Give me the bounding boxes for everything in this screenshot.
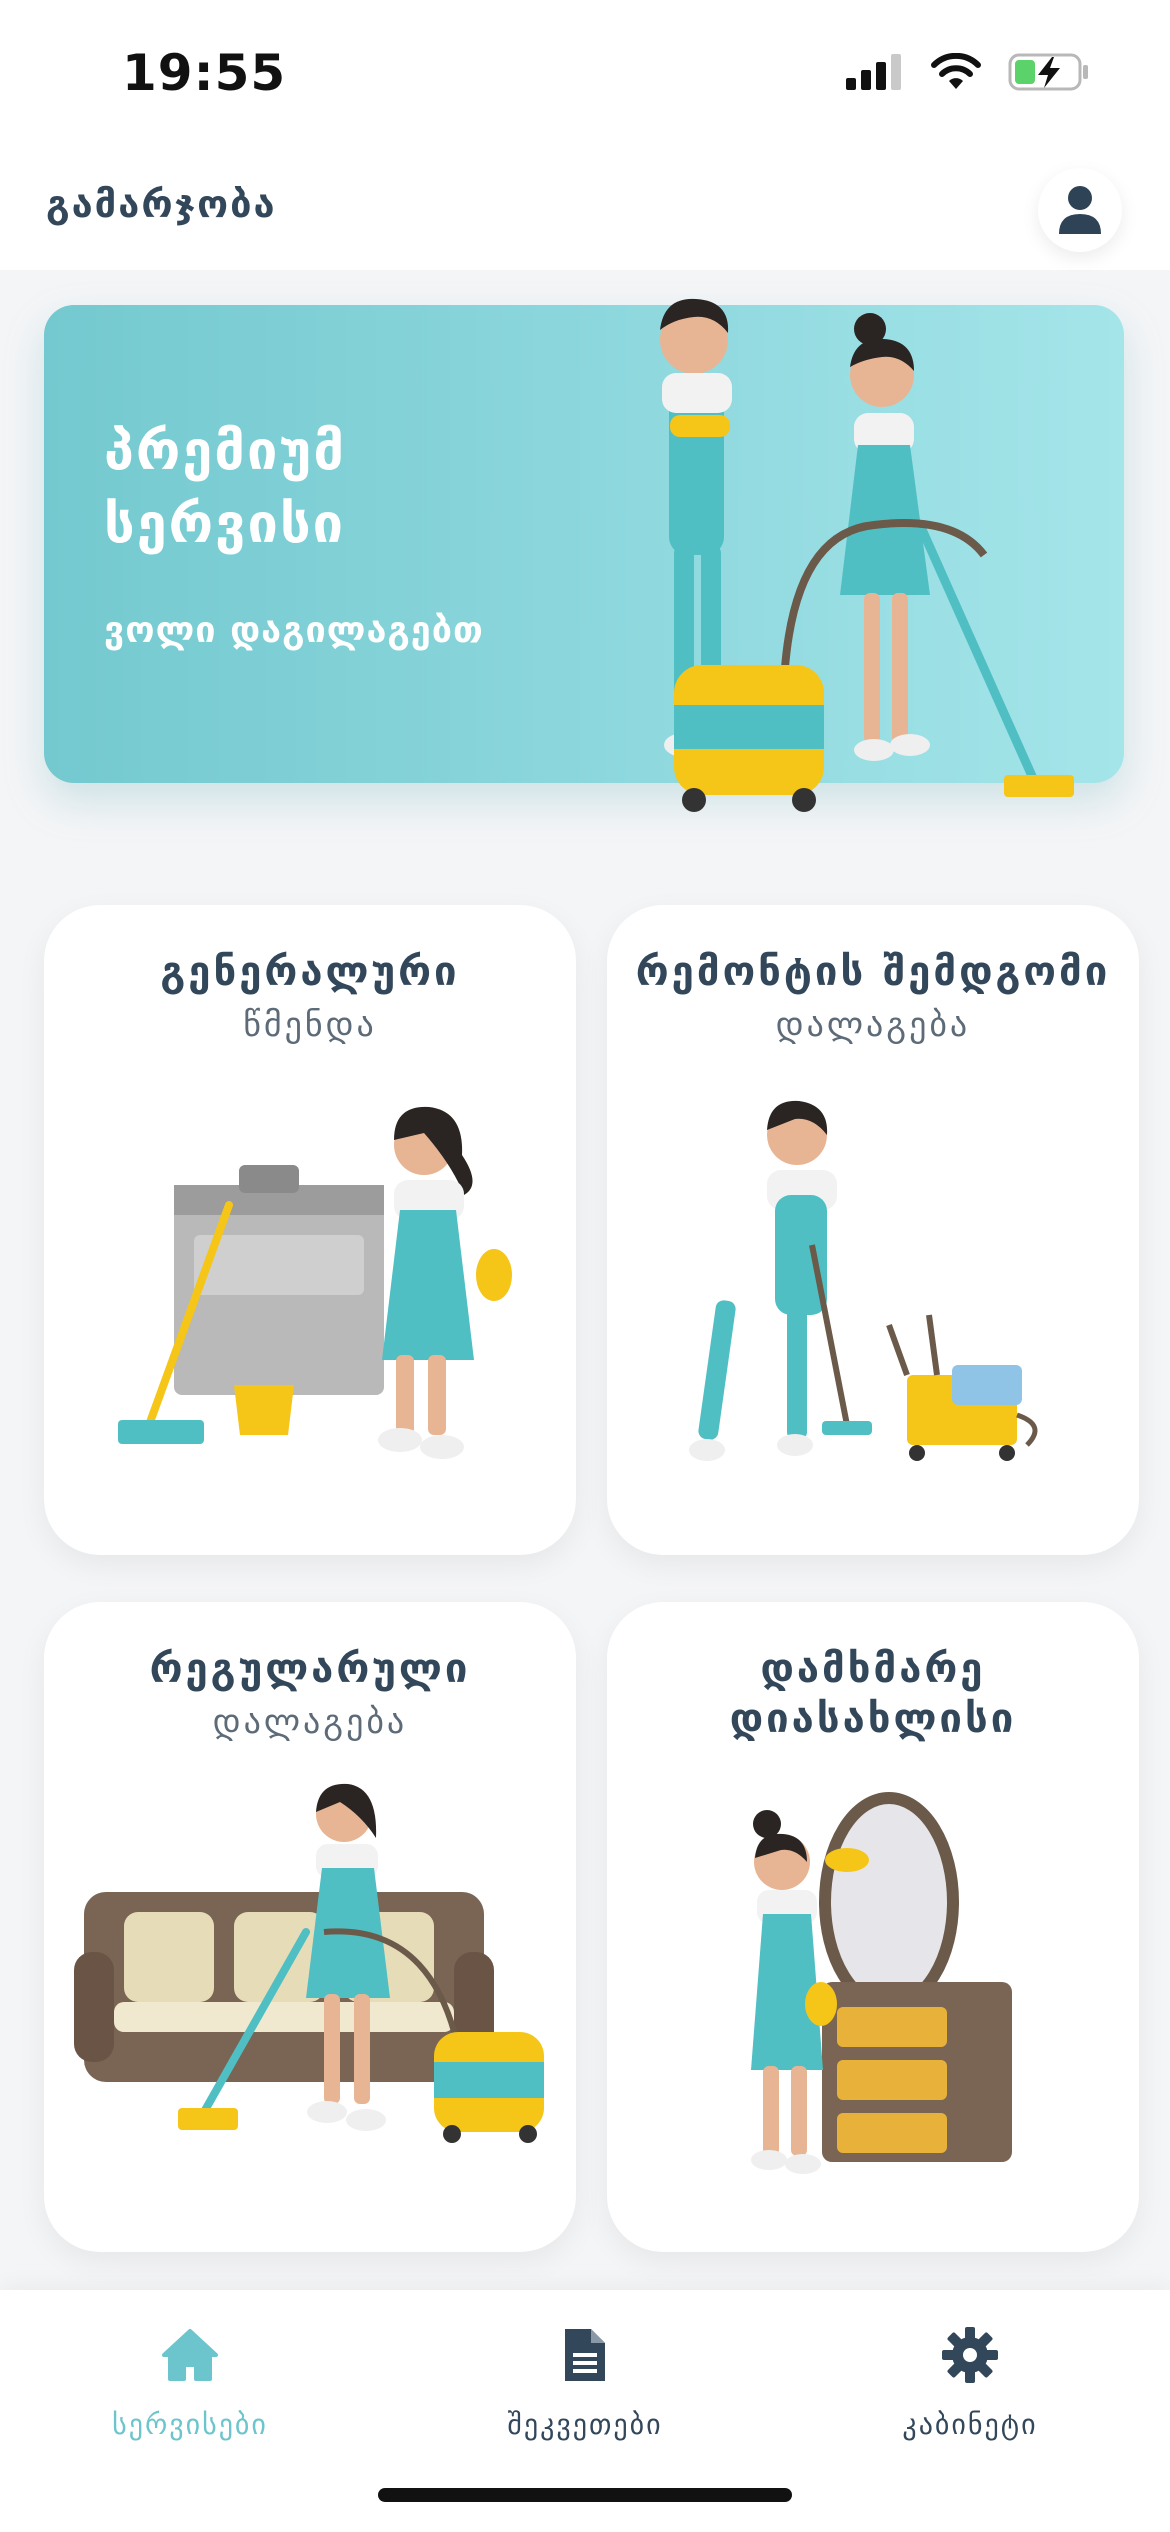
gear-icon: [942, 2327, 998, 2383]
status-time: 19:55: [122, 44, 287, 102]
banner-subtitle: ვოლი დაგილაგებთ: [104, 610, 484, 651]
battery-charging-icon: [1008, 53, 1088, 91]
service-card-title: დამხმარე დიასახლისი: [729, 1646, 1017, 1742]
service-card-housekeeper[interactable]: დამხმარე დიასახლისი: [607, 1602, 1139, 2252]
dusting-mirror-illustration: [751, 1792, 1012, 2174]
service-card-regular-cleaning[interactable]: რეგულარული დალაგება: [44, 1602, 576, 2252]
home-icon: [162, 2329, 218, 2381]
app-header: გამარჯობა: [0, 150, 1170, 270]
mopping-illustration: [689, 1100, 1038, 1461]
nav-label-services: სერვისები: [112, 2408, 268, 2441]
service-card-subtitle: წმენდა: [243, 1005, 377, 1045]
user-icon: [1059, 186, 1101, 234]
document-icon: [565, 2329, 605, 2381]
vacuuming-sofa-illustration: [74, 1783, 544, 2143]
status-icons: [846, 52, 1090, 92]
premium-service-banner[interactable]: პრემიუმ სერვისი ვოლი დაგილაგებთ: [44, 298, 1124, 812]
service-card-general-cleaning[interactable]: გენერალური წმენდა: [44, 905, 576, 1555]
kitchen-cleaning-illustration: [118, 1106, 512, 1459]
nav-label-cabinet: კაბინეტი: [902, 2408, 1038, 2441]
service-card-subtitle: დალაგება: [212, 1702, 408, 1742]
home-indicator[interactable]: [378, 2488, 792, 2502]
greeting-text: გამარჯობა: [46, 182, 277, 226]
service-card-subtitle: დალაგება: [775, 1005, 971, 1045]
status-bar: 19:55: [0, 0, 1170, 150]
service-card-title: გენერალური: [160, 949, 460, 995]
nav-item-orders[interactable]: შეკვეთები: [415, 2320, 755, 2441]
cleaners-illustration: [660, 298, 1074, 812]
service-card-post-renovation[interactable]: რემონტის შემდგომი დალაგება: [607, 905, 1139, 1555]
nav-item-services[interactable]: სერვისები: [20, 2320, 360, 2441]
cellular-signal-icon: [846, 54, 901, 90]
profile-button[interactable]: [1038, 168, 1122, 252]
service-card-title: რემონტის შემდგომი: [635, 949, 1111, 995]
service-card-title: რეგულარული: [149, 1646, 471, 1692]
nav-item-cabinet[interactable]: კაბინეტი: [800, 2320, 1140, 2441]
wifi-icon: [931, 53, 981, 89]
banner-title: პრემიუმ სერვისი: [104, 419, 347, 555]
nav-label-orders: შეკვეთები: [507, 2408, 663, 2441]
